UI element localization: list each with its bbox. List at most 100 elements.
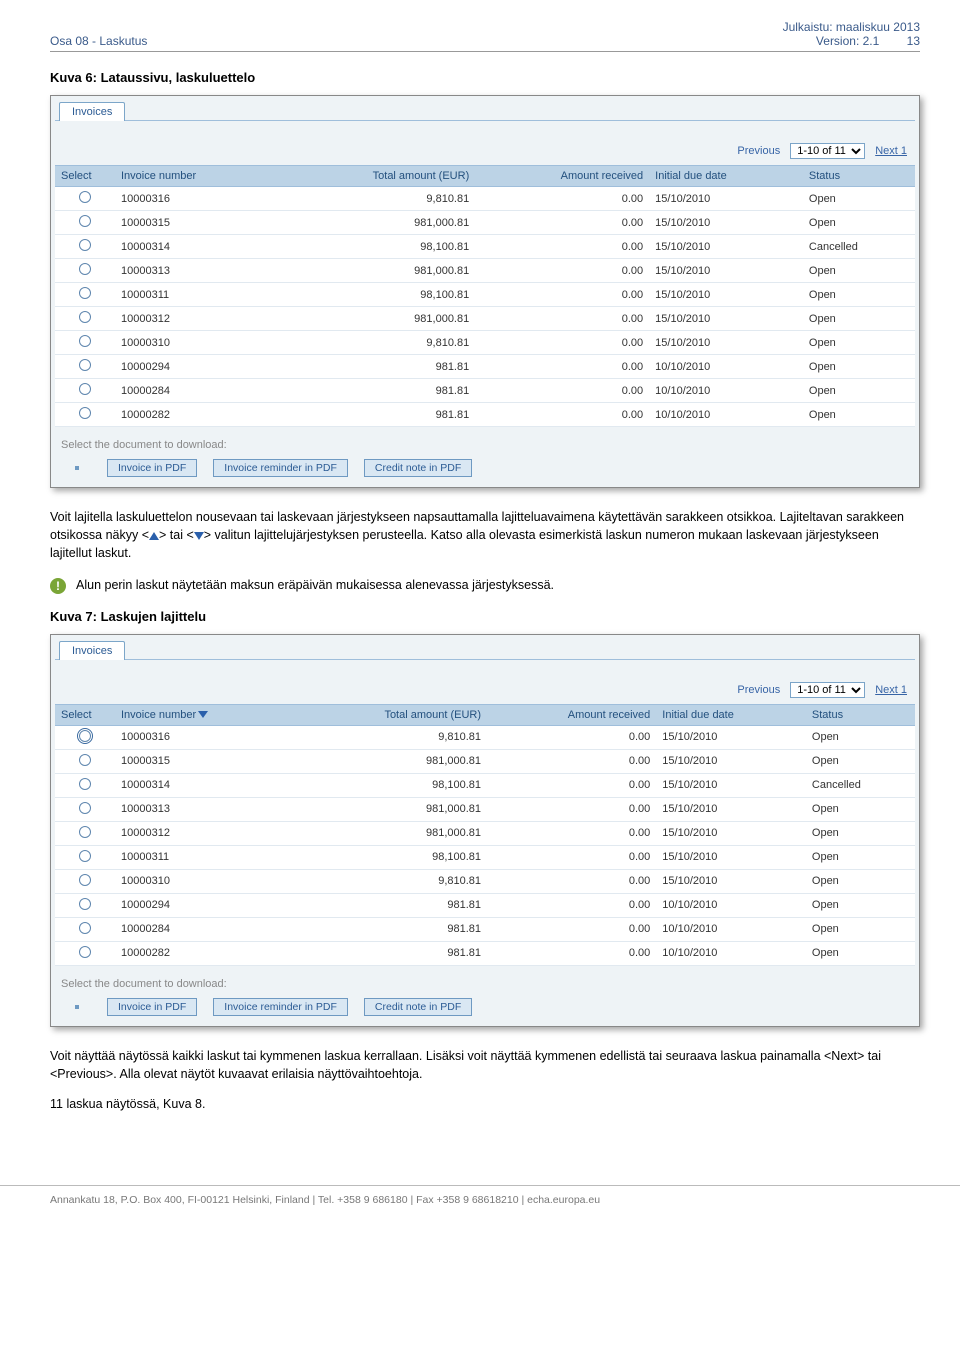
radio-icon[interactable] bbox=[79, 922, 91, 934]
pager-previous[interactable]: Previous bbox=[737, 145, 780, 157]
radio-icon[interactable] bbox=[79, 335, 91, 347]
cell-select[interactable] bbox=[55, 821, 115, 845]
radio-icon[interactable] bbox=[79, 407, 91, 419]
radio-icon[interactable] bbox=[79, 826, 91, 838]
cell-select[interactable] bbox=[55, 893, 115, 917]
cell-select[interactable] bbox=[55, 773, 115, 797]
th-select[interactable]: Select bbox=[55, 166, 115, 187]
cell-due-date: 15/10/2010 bbox=[656, 773, 806, 797]
radio-icon[interactable] bbox=[79, 215, 91, 227]
radio-icon[interactable] bbox=[79, 850, 91, 862]
header-left: Osa 08 - Laskutus bbox=[50, 34, 147, 48]
btn-reminder-pdf[interactable]: Invoice reminder in PDF bbox=[213, 998, 348, 1016]
cell-amount-received: 0.00 bbox=[475, 283, 649, 307]
radio-icon[interactable] bbox=[79, 874, 91, 886]
cell-select[interactable] bbox=[55, 917, 115, 941]
th-status[interactable]: Status bbox=[803, 166, 915, 187]
th-select[interactable]: Select bbox=[55, 704, 115, 725]
radio-icon[interactable] bbox=[79, 802, 91, 814]
pager-range-select[interactable]: 1-10 of 11 bbox=[790, 143, 865, 159]
cell-select[interactable] bbox=[55, 403, 115, 427]
radio-icon[interactable] bbox=[79, 898, 91, 910]
cell-status: Open bbox=[803, 259, 915, 283]
sort-down-icon bbox=[198, 711, 208, 718]
table-row: 1000031498,100.810.0015/10/2010Cancelled bbox=[55, 773, 915, 797]
th-invoice-number[interactable]: Invoice number bbox=[115, 704, 293, 725]
th-amount-received[interactable]: Amount received bbox=[475, 166, 649, 187]
cell-select[interactable] bbox=[55, 845, 115, 869]
cell-select[interactable] bbox=[55, 235, 115, 259]
radio-icon[interactable] bbox=[79, 311, 91, 323]
tab-invoices[interactable]: Invoices bbox=[59, 102, 125, 121]
cell-amount-received: 0.00 bbox=[487, 941, 656, 965]
table-row: 10000282981.810.0010/10/2010Open bbox=[55, 941, 915, 965]
pager-next[interactable]: Next 1 bbox=[875, 145, 907, 157]
cell-select[interactable] bbox=[55, 379, 115, 403]
invoice-table-sorted: Select Invoice number Total amount (EUR)… bbox=[55, 704, 915, 966]
cell-select[interactable] bbox=[55, 259, 115, 283]
cell-select[interactable] bbox=[55, 941, 115, 965]
cell-due-date: 10/10/2010 bbox=[656, 893, 806, 917]
cell-total-amount: 98,100.81 bbox=[275, 283, 475, 307]
cell-invoice-number: 10000314 bbox=[115, 773, 293, 797]
btn-invoice-pdf[interactable]: Invoice in PDF bbox=[107, 459, 197, 477]
cell-select[interactable] bbox=[55, 869, 115, 893]
radio-icon[interactable] bbox=[79, 946, 91, 958]
cell-status: Open bbox=[806, 749, 915, 773]
radio-icon[interactable] bbox=[79, 359, 91, 371]
radio-icon[interactable] bbox=[79, 730, 91, 742]
btn-creditnote-pdf[interactable]: Credit note in PDF bbox=[364, 998, 472, 1016]
radio-icon[interactable] bbox=[79, 191, 91, 203]
cell-due-date: 10/10/2010 bbox=[649, 355, 803, 379]
pager-next[interactable]: Next 1 bbox=[875, 684, 907, 696]
cell-amount-received: 0.00 bbox=[487, 869, 656, 893]
cell-status: Open bbox=[803, 379, 915, 403]
cell-amount-received: 0.00 bbox=[475, 235, 649, 259]
cell-select[interactable] bbox=[55, 307, 115, 331]
cell-invoice-number: 10000316 bbox=[115, 187, 275, 211]
radio-icon[interactable] bbox=[79, 287, 91, 299]
th-amount-received[interactable]: Amount received bbox=[487, 704, 656, 725]
cell-select[interactable] bbox=[55, 797, 115, 821]
cell-amount-received: 0.00 bbox=[487, 797, 656, 821]
th-total-amount[interactable]: Total amount (EUR) bbox=[293, 704, 487, 725]
screenshot-kuva6: Invoices Previous 1-10 of 11 Next 1 Sele… bbox=[50, 95, 920, 488]
cell-select[interactable] bbox=[55, 331, 115, 355]
cell-select[interactable] bbox=[55, 187, 115, 211]
invoice-table: Select Invoice number Total amount (EUR)… bbox=[55, 165, 915, 427]
cell-total-amount: 981.81 bbox=[275, 379, 475, 403]
pager-range-select[interactable]: 1-10 of 11 bbox=[790, 682, 865, 698]
th-invoice-number[interactable]: Invoice number bbox=[115, 166, 275, 187]
radio-icon[interactable] bbox=[79, 383, 91, 395]
cell-invoice-number: 10000311 bbox=[115, 283, 275, 307]
cell-select[interactable] bbox=[55, 211, 115, 235]
cell-amount-received: 0.00 bbox=[475, 379, 649, 403]
cell-invoice-number: 10000313 bbox=[115, 797, 293, 821]
th-status[interactable]: Status bbox=[806, 704, 915, 725]
tab-invoices[interactable]: Invoices bbox=[59, 641, 125, 660]
cell-select[interactable] bbox=[55, 749, 115, 773]
cell-select[interactable] bbox=[55, 283, 115, 307]
th-initial-due-date[interactable]: Initial due date bbox=[656, 704, 806, 725]
cell-status: Open bbox=[806, 941, 915, 965]
btn-reminder-pdf[interactable]: Invoice reminder in PDF bbox=[213, 459, 348, 477]
cell-select[interactable] bbox=[55, 355, 115, 379]
header-published: Julkaistu: maaliskuu 2013 bbox=[783, 20, 920, 34]
table-row: 10000313981,000.810.0015/10/2010Open bbox=[55, 797, 915, 821]
radio-icon[interactable] bbox=[79, 754, 91, 766]
cell-due-date: 15/10/2010 bbox=[656, 821, 806, 845]
cell-total-amount: 98,100.81 bbox=[275, 235, 475, 259]
radio-icon[interactable] bbox=[79, 239, 91, 251]
bullet-icon bbox=[75, 1005, 79, 1009]
pager-previous[interactable]: Previous bbox=[737, 684, 780, 696]
btn-invoice-pdf[interactable]: Invoice in PDF bbox=[107, 998, 197, 1016]
cell-select[interactable] bbox=[55, 725, 115, 749]
radio-icon[interactable] bbox=[79, 778, 91, 790]
table-row: 10000294981.810.0010/10/2010Open bbox=[55, 355, 915, 379]
table-row: 1000031198,100.810.0015/10/2010Open bbox=[55, 845, 915, 869]
radio-icon[interactable] bbox=[79, 263, 91, 275]
th-initial-due-date[interactable]: Initial due date bbox=[649, 166, 803, 187]
cell-due-date: 15/10/2010 bbox=[649, 283, 803, 307]
th-total-amount[interactable]: Total amount (EUR) bbox=[275, 166, 475, 187]
btn-creditnote-pdf[interactable]: Credit note in PDF bbox=[364, 459, 472, 477]
